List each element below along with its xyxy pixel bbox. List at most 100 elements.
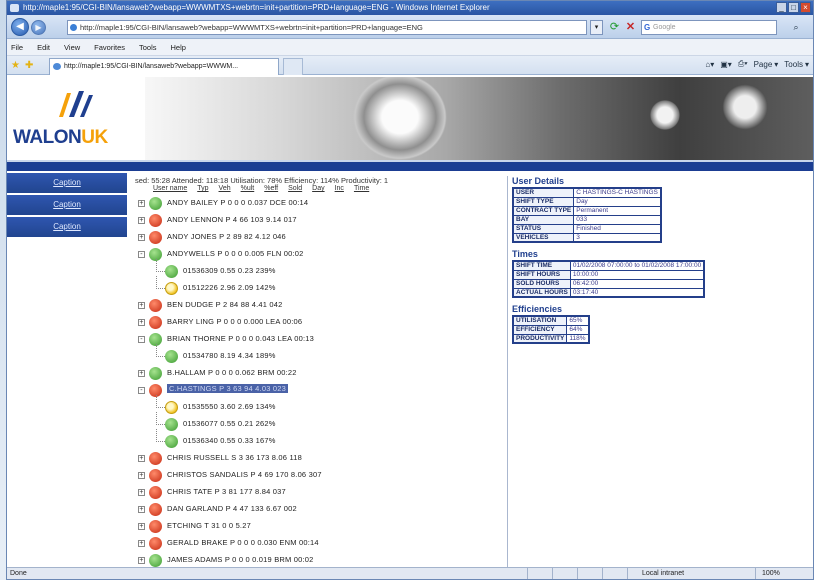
row-text[interactable]: C.HASTINGS P 3 63 94 4.03 023 bbox=[167, 384, 288, 393]
expand-icon[interactable]: + bbox=[138, 302, 145, 309]
tree-row[interactable]: + DAN GARLAND P 4 47 133 6.67 002 bbox=[135, 501, 503, 518]
menu-help[interactable]: Help bbox=[171, 43, 186, 52]
back-button[interactable]: ◀ bbox=[11, 18, 29, 36]
tree-row[interactable]: - ANDYWELLS P 0 0 0 0.005 FLN 00:02 bbox=[135, 246, 503, 263]
expand-icon[interactable]: + bbox=[138, 540, 145, 547]
row-text[interactable]: 01536309 0.55 0.23 239% bbox=[183, 266, 276, 275]
nav-link-caption-3[interactable]: Caption bbox=[7, 217, 127, 237]
col-day[interactable]: Day bbox=[312, 185, 324, 193]
nav-link-caption-2[interactable]: Caption bbox=[7, 195, 127, 215]
forward-button[interactable]: ▶ bbox=[31, 20, 46, 35]
row-text[interactable]: ANDY LENNON P 4 66 103 9.14 017 bbox=[167, 215, 297, 224]
page-menu[interactable]: Page ▾ bbox=[754, 59, 779, 69]
tree-child-row[interactable]: 01535550 3.60 2.69 134% bbox=[135, 395, 503, 416]
tree-row[interactable]: + CHRISTOS SANDALIS P 4 69 170 8.06 307 bbox=[135, 467, 503, 484]
expand-icon[interactable]: + bbox=[138, 523, 145, 530]
collapse-icon[interactable]: - bbox=[138, 251, 145, 258]
col-inc[interactable]: Inc bbox=[335, 185, 344, 193]
refresh-button[interactable]: ⟳ bbox=[607, 20, 622, 35]
nav-link-caption-1[interactable]: Caption bbox=[7, 173, 127, 193]
row-text[interactable]: ANDY BAILEY P 0 0 0 0.037 DCE 00:14 bbox=[167, 198, 308, 207]
new-tab-button[interactable] bbox=[283, 58, 303, 75]
favorites-star-icon[interactable]: ★ bbox=[11, 60, 20, 71]
tree-row[interactable]: + ANDY JONES P 2 89 82 4.12 046 bbox=[135, 229, 503, 246]
expand-icon[interactable]: + bbox=[138, 200, 145, 207]
menu-edit[interactable]: Edit bbox=[37, 43, 50, 52]
row-text[interactable]: DAN GARLAND P 4 47 133 6.67 002 bbox=[167, 504, 297, 513]
row-text[interactable]: ETCHING T 31 0 0 5.27 bbox=[167, 521, 251, 530]
close-button[interactable]: × bbox=[800, 2, 811, 13]
tree-row[interactable]: + B.HALLAM P 0 0 0 0.062 BRM 00:22 bbox=[135, 365, 503, 382]
row-text[interactable]: CHRIS RUSSELL S 3 36 173 8.06 118 bbox=[167, 453, 302, 462]
stop-button[interactable]: ✕ bbox=[623, 20, 638, 35]
expand-icon[interactable]: + bbox=[138, 455, 145, 462]
security-zone[interactable]: Local intranet bbox=[627, 568, 737, 579]
row-text[interactable]: ANDY JONES P 2 89 82 4.12 046 bbox=[167, 232, 286, 241]
row-text[interactable]: CHRIS TATE P 3 81 177 8.84 037 bbox=[167, 487, 286, 496]
expand-icon[interactable]: + bbox=[138, 472, 145, 479]
tree-child-row[interactable]: 01534780 8.19 4.34 189% bbox=[135, 344, 503, 365]
row-text[interactable]: GERALD BRAKE P 0 0 0 0.030 ENM 00:14 bbox=[167, 538, 319, 547]
tree-child-row[interactable]: 01536340 0.55 0.33 167% bbox=[135, 429, 503, 450]
expand-icon[interactable]: + bbox=[138, 489, 145, 496]
row-text[interactable]: 01536340 0.55 0.33 167% bbox=[183, 436, 276, 445]
address-dropdown-button[interactable]: ▾ bbox=[590, 20, 603, 35]
expand-icon[interactable]: + bbox=[138, 217, 145, 224]
row-text[interactable]: BRIAN THORNE P 0 0 0 0.043 LEA 00:13 bbox=[167, 334, 314, 343]
feeds-icon[interactable]: ▣▾ bbox=[720, 59, 732, 69]
tree-row[interactable]: - C.HASTINGS P 3 63 94 4.03 023 bbox=[135, 382, 503, 399]
tree-child-row[interactable]: 01536077 0.55 0.21 262% bbox=[135, 412, 503, 433]
expand-icon[interactable]: + bbox=[138, 234, 145, 241]
tools-menu[interactable]: Tools ▾ bbox=[784, 59, 809, 69]
address-input[interactable]: http://maple1:95/CGI-BIN/lansaweb?webapp… bbox=[67, 20, 587, 35]
col-sold[interactable]: Sold bbox=[288, 185, 302, 193]
row-text[interactable]: B.HALLAM P 0 0 0 0.062 BRM 00:22 bbox=[167, 368, 297, 377]
col-eff[interactable]: %eff bbox=[264, 185, 278, 193]
collapse-icon[interactable]: - bbox=[138, 387, 145, 394]
menu-tools[interactable]: Tools bbox=[139, 43, 157, 52]
expand-icon[interactable]: + bbox=[138, 506, 145, 513]
row-text[interactable]: 01534780 8.19 4.34 189% bbox=[183, 351, 276, 360]
add-favorite-icon[interactable]: ✚ bbox=[25, 60, 33, 71]
tree-row[interactable]: + BARRY LING P 0 0 0 0.000 LEA 00:06 bbox=[135, 314, 503, 331]
home-icon[interactable]: ⌂▾ bbox=[705, 59, 714, 69]
expand-icon[interactable]: + bbox=[138, 319, 145, 326]
col-vehicles[interactable]: Veh bbox=[219, 185, 231, 193]
menu-favorites[interactable]: Favorites bbox=[94, 43, 125, 52]
row-text[interactable]: 01535550 3.60 2.69 134% bbox=[183, 402, 276, 411]
tree-row[interactable]: + ANDY BAILEY P 0 0 0 0.037 DCE 00:14 bbox=[135, 195, 503, 212]
tree-row[interactable]: + ETCHING T 31 0 0 5.27 bbox=[135, 518, 503, 535]
row-text[interactable]: CHRISTOS SANDALIS P 4 69 170 8.06 307 bbox=[167, 470, 322, 479]
tab-current-page[interactable]: http://maple1:95/CGI-BIN/lansaweb?webapp… bbox=[49, 58, 279, 75]
row-text[interactable]: BARRY LING P 0 0 0 0.000 LEA 00:06 bbox=[167, 317, 302, 326]
col-type[interactable]: Typ bbox=[197, 185, 208, 193]
menu-file[interactable]: File bbox=[11, 43, 23, 52]
print-icon[interactable]: ⎙▾ bbox=[738, 59, 748, 69]
tree-row[interactable]: + CHRIS RUSSELL S 3 36 173 8.06 118 bbox=[135, 450, 503, 467]
row-text[interactable]: BEN DUDGE P 2 84 88 4.41 042 bbox=[167, 300, 283, 309]
tree-row[interactable]: + CHRIS TATE P 3 81 177 8.84 037 bbox=[135, 484, 503, 501]
col-time[interactable]: Time bbox=[354, 185, 369, 193]
tree-row[interactable]: + BEN DUDGE P 2 84 88 4.41 042 bbox=[135, 297, 503, 314]
col-util[interactable]: %ult bbox=[241, 185, 255, 193]
menu-view[interactable]: View bbox=[64, 43, 80, 52]
expand-icon[interactable]: + bbox=[138, 557, 145, 564]
tree-row[interactable]: - BRIAN THORNE P 0 0 0 0.043 LEA 00:13 bbox=[135, 331, 503, 348]
row-text[interactable]: 01512226 2.96 2.09 142% bbox=[183, 283, 276, 292]
tree-child-row[interactable]: 01512226 2.96 2.09 142% bbox=[135, 276, 503, 297]
search-icon[interactable]: ⌕ bbox=[785, 20, 807, 35]
zoom-level[interactable]: 100% bbox=[755, 568, 813, 579]
tree-child-row[interactable]: 01536309 0.55 0.23 239% bbox=[135, 259, 503, 280]
maximize-button[interactable]: □ bbox=[788, 2, 799, 13]
status-pane bbox=[527, 568, 528, 579]
tree-row[interactable]: + ANDY LENNON P 4 66 103 9.14 017 bbox=[135, 212, 503, 229]
col-user-name[interactable]: User name bbox=[153, 185, 187, 193]
collapse-icon[interactable]: - bbox=[138, 336, 145, 343]
row-text[interactable]: JAMES ADAMS P 0 0 0 0.019 BRM 00:02 bbox=[167, 555, 314, 564]
tree-row[interactable]: + GERALD BRAKE P 0 0 0 0.030 ENM 00:14 bbox=[135, 535, 503, 552]
row-text[interactable]: 01536077 0.55 0.21 262% bbox=[183, 419, 276, 428]
minimize-button[interactable]: _ bbox=[776, 2, 787, 13]
search-input[interactable]: G Google bbox=[641, 20, 777, 35]
expand-icon[interactable]: + bbox=[138, 370, 145, 377]
row-text[interactable]: ANDYWELLS P 0 0 0 0.005 FLN 00:02 bbox=[167, 249, 304, 258]
